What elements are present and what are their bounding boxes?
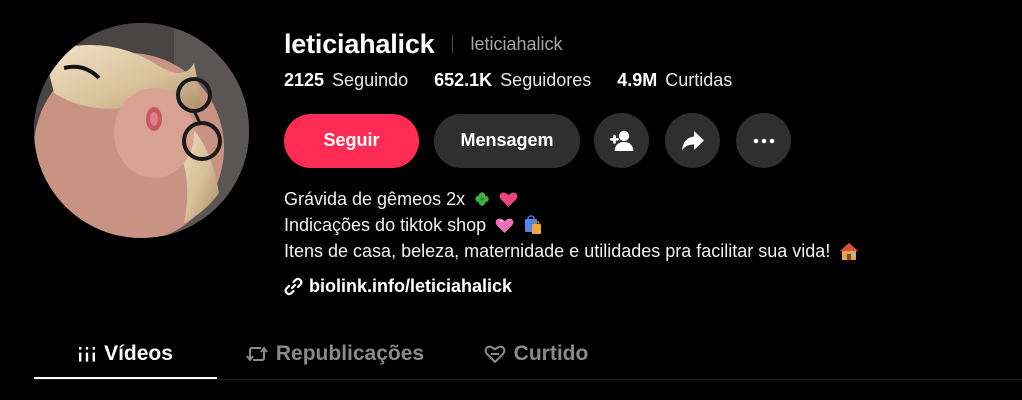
house-icon <box>839 242 859 261</box>
tab-liked-label: Curtido <box>513 342 589 365</box>
bio-line: Itens de casa, beleza, maternidade e uti… <box>284 238 859 264</box>
stat-followers-value: 652.1K <box>434 70 493 90</box>
heart-emoji-icon <box>499 191 518 208</box>
profile-tabs: Vídeos Republicações Curtido <box>34 332 619 379</box>
clover-icon <box>474 191 490 207</box>
share-button[interactable] <box>665 113 720 168</box>
profile-stats: 2125 Seguindo 652.1K Seguidores 4.9M Cur… <box>284 70 758 91</box>
stat-following-label: Seguindo <box>332 70 409 90</box>
stat-followers-label: Seguidores <box>500 70 592 90</box>
bio-line: Grávida de gêmeos 2x <box>284 186 859 212</box>
stat-likes-value: 4.9M <box>617 70 658 90</box>
tab-reposts[interactable]: Republicações <box>223 332 447 376</box>
link-icon <box>284 277 303 296</box>
name-divider <box>451 35 453 53</box>
stat-following-value: 2125 <box>284 70 325 90</box>
tab-videos[interactable]: Vídeos <box>34 332 217 379</box>
heart-icon <box>484 344 506 364</box>
pink-heart-icon <box>495 217 514 234</box>
bio-link-text: biolink.info/leticiahalick <box>309 276 513 296</box>
username: leticiahalick <box>284 28 435 59</box>
avatar[interactable] <box>34 23 249 238</box>
message-button[interactable]: Mensagem <box>434 113 580 168</box>
tab-liked[interactable]: Curtido <box>453 332 619 376</box>
bio-line: Indicações do tiktok shop <box>284 212 859 238</box>
tab-videos-label: Vídeos <box>104 342 173 365</box>
tab-reposts-label: Republicações <box>275 342 425 365</box>
stat-likes: 4.9M Curtidas <box>617 70 732 91</box>
add-friend-button[interactable] <box>594 113 649 168</box>
bio-line-2: Indicações do tiktok shop <box>284 215 487 235</box>
stat-following[interactable]: 2125 Seguindo <box>284 70 408 91</box>
more-button[interactable] <box>736 113 791 168</box>
share-icon <box>681 130 705 152</box>
bio-link[interactable]: biolink.info/leticiahalick <box>284 276 512 297</box>
repost-icon <box>246 344 268 364</box>
bio-line-1: Grávida de gêmeos 2x <box>284 189 466 209</box>
bio-line-3: Itens de casa, beleza, maternidade e uti… <box>284 241 831 261</box>
stat-followers[interactable]: 652.1K Seguidores <box>434 70 591 91</box>
grid-icon <box>78 345 96 363</box>
profile-actions: Seguir Mensagem <box>284 113 807 168</box>
more-icon <box>753 138 775 144</box>
add-user-icon <box>609 130 635 152</box>
follow-button[interactable]: Seguir <box>284 113 419 168</box>
nickname: leticiahalick <box>470 33 563 54</box>
bio: Grávida de gêmeos 2x Indicações do tikto… <box>284 186 859 264</box>
shopping-bags-icon <box>523 215 543 235</box>
tabs-divider <box>34 379 1022 380</box>
stat-likes-label: Curtidas <box>665 70 733 90</box>
profile-header: leticiahalick leticiahalick <box>284 26 563 62</box>
